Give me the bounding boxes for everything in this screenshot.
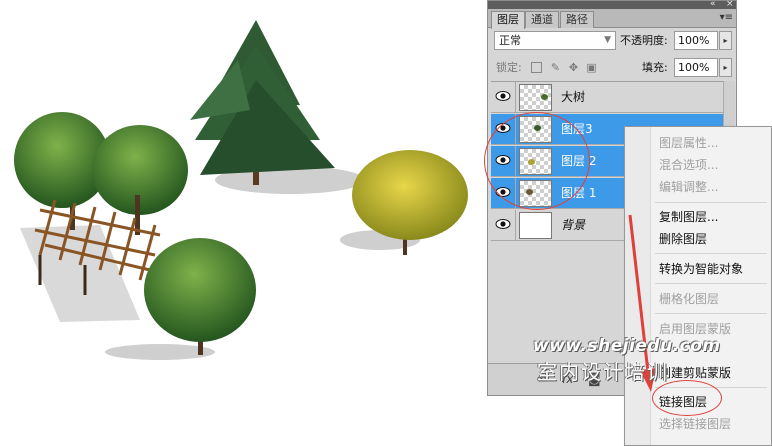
watermark: www.shejiedu.com 室内设计培训 — [533, 336, 772, 386]
menu-item-rasterize-layer[interactable]: 栅格化图层 — [659, 291, 719, 307]
green-tree-bottom — [144, 238, 256, 355]
chevron-down-icon: ▼ — [604, 35, 611, 45]
eye-icon[interactable] — [495, 89, 511, 103]
panel-title-bar: « × — [488, 0, 736, 9]
menu-item-convert-smart-object[interactable]: 转换为智能对象 — [659, 261, 743, 277]
menu-item-edit-adjustment[interactable]: 编辑调整... — [659, 179, 718, 195]
blend-mode-value: 正常 — [499, 34, 521, 47]
lock-transparent-icon[interactable] — [531, 62, 542, 73]
annotation-ring-layers — [484, 112, 590, 210]
lock-paint-icon[interactable]: ✎ — [549, 61, 562, 74]
watermark-url: www.shejiedu.com — [533, 336, 721, 356]
lock-row: 锁定: ✎ ✥ ▣ 填充: 100% ▸ — [494, 58, 732, 78]
blend-mode-select[interactable]: 正常 ▼ — [494, 31, 616, 50]
fill-slider-button[interactable]: ▸ — [719, 58, 732, 77]
tab-channels[interactable]: 通道 — [525, 11, 559, 28]
layer-name: 大树 — [561, 90, 586, 104]
menu-item-select-linked-layers[interactable]: 选择链接图层 — [659, 416, 731, 432]
menu-item-blending-options[interactable]: 混合选项... — [659, 157, 718, 173]
opacity-input[interactable]: 100% — [674, 31, 718, 50]
blend-row: 正常 ▼ 不透明度: 100% ▸ — [494, 31, 732, 51]
pine-tree — [190, 20, 335, 185]
layer-name: 背景 — [561, 218, 586, 232]
panel-tabs: 图层 通道 路径 ▾≡ — [488, 9, 736, 29]
canvas-scene — [14, 20, 468, 360]
layer-thumbnail — [519, 84, 552, 111]
layer-thumbnail — [519, 212, 552, 239]
opacity-label: 不透明度: — [620, 34, 668, 47]
tab-layers[interactable]: 图层 — [491, 11, 525, 29]
tab-paths[interactable]: 路径 — [560, 11, 594, 28]
watermark-text: 室内设计培训 — [537, 360, 669, 384]
screen: « × 图层 通道 路径 ▾≡ 正常 ▼ 不透明度: 100% ▸ 锁定: ✎ … — [0, 0, 772, 446]
opacity-slider-button[interactable]: ▸ — [719, 31, 732, 50]
close-icon[interactable]: × — [726, 0, 734, 9]
eye-icon[interactable] — [495, 217, 511, 231]
fill-label: 填充: — [642, 61, 668, 74]
menu-item-delete-layer[interactable]: 删除图层 — [659, 231, 707, 247]
layer-row-big-tree[interactable]: 大树 — [491, 82, 723, 113]
lock-label: 锁定: — [496, 61, 522, 74]
menu-item-duplicate-layer[interactable]: 复制图层... — [659, 209, 718, 225]
panel-menu-icon[interactable]: ▾≡ — [720, 12, 733, 23]
lock-move-icon[interactable]: ✥ — [567, 61, 580, 74]
collapse-icon[interactable]: « — [710, 0, 716, 9]
menu-item-layer-properties[interactable]: 图层属性... — [659, 135, 718, 151]
green-tree-left — [14, 112, 188, 235]
fill-input[interactable]: 100% — [674, 58, 718, 77]
menu-item-enable-layer-mask[interactable]: 启用图层蒙版 — [659, 321, 731, 337]
lock-all-icon[interactable]: ▣ — [585, 61, 598, 74]
